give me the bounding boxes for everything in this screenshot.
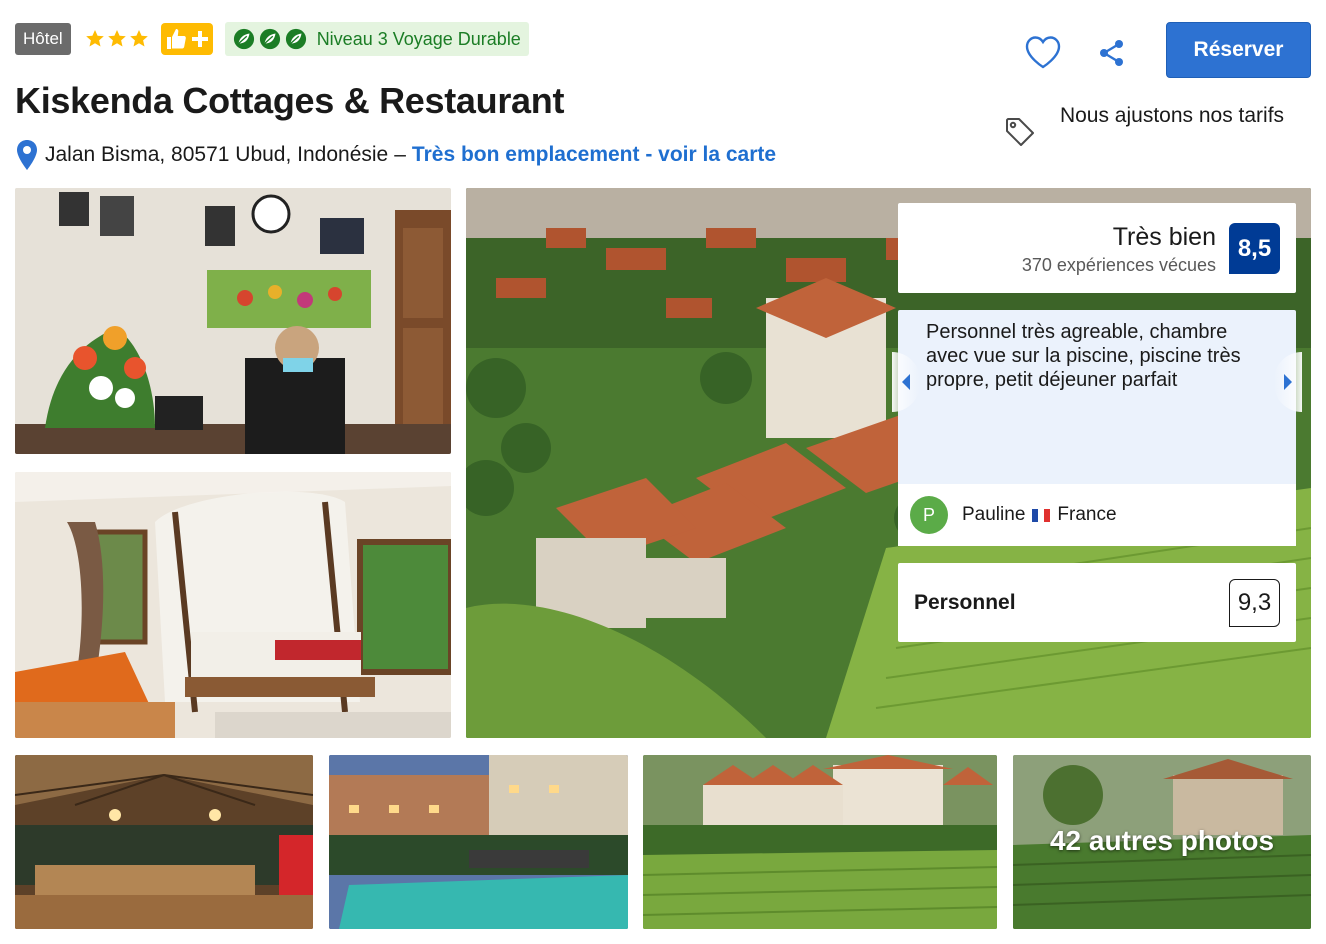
rating-label: Très bien <box>1112 223 1216 251</box>
share-icon[interactable] <box>1097 38 1127 68</box>
star-rating <box>85 29 149 49</box>
map-pin-icon <box>17 140 37 170</box>
guest-review-card: Personnel très agreable, chambre avec vu… <box>898 310 1296 546</box>
leaf-icon <box>285 28 306 50</box>
resort-photo[interactable] <box>643 755 997 929</box>
sustainability-label: Niveau 3 Voyage Durable <box>316 28 521 49</box>
hotel-type-badge: Hôtel <box>15 23 71 55</box>
star-icon <box>107 30 126 47</box>
thumbs-up-plus-icon[interactable] <box>160 23 213 55</box>
restaurant-photo[interactable] <box>15 755 313 929</box>
address-text: Jalan Bisma, 80571 Ubud, Indonésie <box>45 143 389 166</box>
reviewer-name: Pauline <box>962 504 1026 525</box>
star-icon <box>85 30 104 47</box>
reserve-button[interactable]: Réserver <box>1166 22 1311 78</box>
reviewer-country: France <box>1057 504 1117 525</box>
chevron-left-icon <box>902 374 910 390</box>
review-score-badge: 8,5 <box>1229 223 1280 274</box>
review-count: 370 expériences vécues <box>1021 255 1216 275</box>
category-score: 9,3 <box>1229 579 1280 627</box>
chevron-right-icon <box>1284 374 1292 390</box>
property-title: Kiskenda Cottages & Restaurant <box>15 80 565 121</box>
category-label: Personnel <box>914 591 1016 614</box>
reviewer-info: P Pauline France <box>898 484 1296 546</box>
bedroom-photo[interactable] <box>15 472 451 738</box>
tag-icon <box>1006 118 1034 146</box>
address-row: Jalan Bisma, 80571 Ubud, Indonésie – Trè… <box>15 138 776 172</box>
rating-summary[interactable]: Très bien 370 expériences vécues 8,5 <box>898 203 1296 293</box>
view-map-link[interactable]: Très bon emplacement - voir la carte <box>412 143 776 167</box>
sustainability-badge[interactable]: Niveau 3 Voyage Durable <box>224 22 529 56</box>
france-flag-icon <box>1032 508 1051 522</box>
star-icon <box>129 30 148 47</box>
leaf-icon <box>233 28 254 50</box>
heart-icon[interactable] <box>1024 34 1062 70</box>
more-photos-tile[interactable]: 42 autres photos <box>1013 755 1311 929</box>
pool-photo[interactable] <box>329 755 628 929</box>
avatar: P <box>910 496 948 534</box>
address-separator: – <box>394 143 406 166</box>
reception-photo[interactable] <box>15 188 451 454</box>
category-score-card: Personnel 9,3 <box>898 563 1296 642</box>
review-quote: Personnel très agreable, chambre avec vu… <box>926 321 1241 391</box>
price-adjust-note: Nous ajustons nos tarifs <box>1059 104 1285 127</box>
more-photos-label: 42 autres photos <box>1049 825 1275 856</box>
leaf-icon <box>259 28 280 50</box>
property-badges: Hôtel Niveau 3 Voyage Durable <box>15 22 529 56</box>
